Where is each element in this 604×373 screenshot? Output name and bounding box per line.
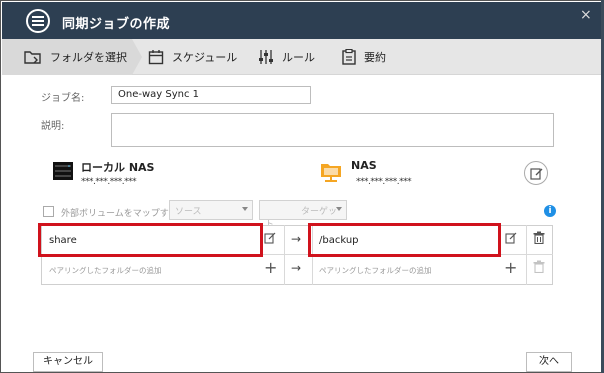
job-name-label: ジョブ名: <box>41 93 85 104</box>
add-target-folder-hint[interactable]: ペアリングしたフォルダーの追加 <box>319 265 432 276</box>
arrow-right-icon: → <box>291 261 302 275</box>
target-folder-highlight <box>308 223 501 257</box>
edit-icon[interactable] <box>505 232 517 244</box>
source-device-name: ローカル NAS <box>81 161 155 174</box>
source-folder-highlight <box>38 223 263 257</box>
sync-job-icon <box>26 9 50 33</box>
wizard-steps: フォルダを選択 スケジュール ルール 要約 <box>2 39 602 75</box>
step-rules[interactable]: ルール <box>258 48 315 66</box>
info-icon[interactable]: i <box>544 205 556 217</box>
source-volume-value: ソース <box>175 207 202 217</box>
column-divider <box>284 225 285 285</box>
sliders-icon <box>259 50 273 64</box>
calendar-icon <box>148 50 164 65</box>
step-summary[interactable]: 要約 <box>342 48 386 66</box>
column-divider <box>526 225 527 285</box>
add-target-folder-button[interactable]: + <box>504 260 517 276</box>
chevron-down-icon <box>336 207 342 211</box>
trash-icon <box>533 260 545 273</box>
close-icon[interactable]: × <box>580 7 592 23</box>
step-label: 要約 <box>364 51 386 64</box>
target-volume-select[interactable]: ターゲット <box>259 200 347 230</box>
step-select-folder[interactable]: フォルダを選択 <box>24 48 127 66</box>
remote-nas-icon <box>321 164 341 182</box>
cancel-button[interactable]: キャンセル <box>33 352 103 372</box>
next-button[interactable]: 次へ <box>526 352 572 372</box>
edit-connection-button[interactable] <box>524 161 548 185</box>
folder-select-icon <box>24 51 41 64</box>
step-label: フォルダを選択 <box>50 51 127 64</box>
trash-icon[interactable] <box>533 231 545 244</box>
title-bar: 同期ジョブの作成 × <box>2 2 602 39</box>
job-name-input[interactable]: One-way Sync 1 <box>111 86 311 104</box>
step-label: ルール <box>282 51 315 64</box>
source-device-ip: ***.***.***.*** <box>81 177 137 187</box>
add-source-folder-hint[interactable]: ペアリングしたフォルダーの追加 <box>49 265 162 276</box>
edit-icon <box>530 168 543 180</box>
map-external-volume-checkbox[interactable] <box>43 206 54 217</box>
chevron-down-icon <box>242 207 248 211</box>
source-volume-select[interactable]: ソース <box>169 200 253 220</box>
description-textarea[interactable] <box>111 113 554 147</box>
step-label: スケジュール <box>172 51 238 64</box>
destination-device-name: NAS <box>351 159 377 172</box>
active-step-arrow <box>132 39 142 75</box>
step-schedule[interactable]: スケジュール <box>148 48 237 66</box>
arrow-right-icon: → <box>291 232 302 246</box>
dialog-window: 同期ジョブの作成 × フォルダを選択 スケジュール ルール 要約 ジョブ名: O… <box>0 0 604 373</box>
summary-icon <box>342 49 356 65</box>
add-source-folder-button[interactable]: + <box>264 260 277 276</box>
nas-device-icon <box>53 162 73 180</box>
dialog-title: 同期ジョブの作成 <box>62 17 171 32</box>
destination-device-ip: ***.***.***.*** <box>356 177 412 187</box>
description-label: 説明: <box>41 121 65 132</box>
edit-icon[interactable] <box>264 232 276 244</box>
map-external-volume-label: 外部ボリュームをマップする <box>61 209 178 219</box>
